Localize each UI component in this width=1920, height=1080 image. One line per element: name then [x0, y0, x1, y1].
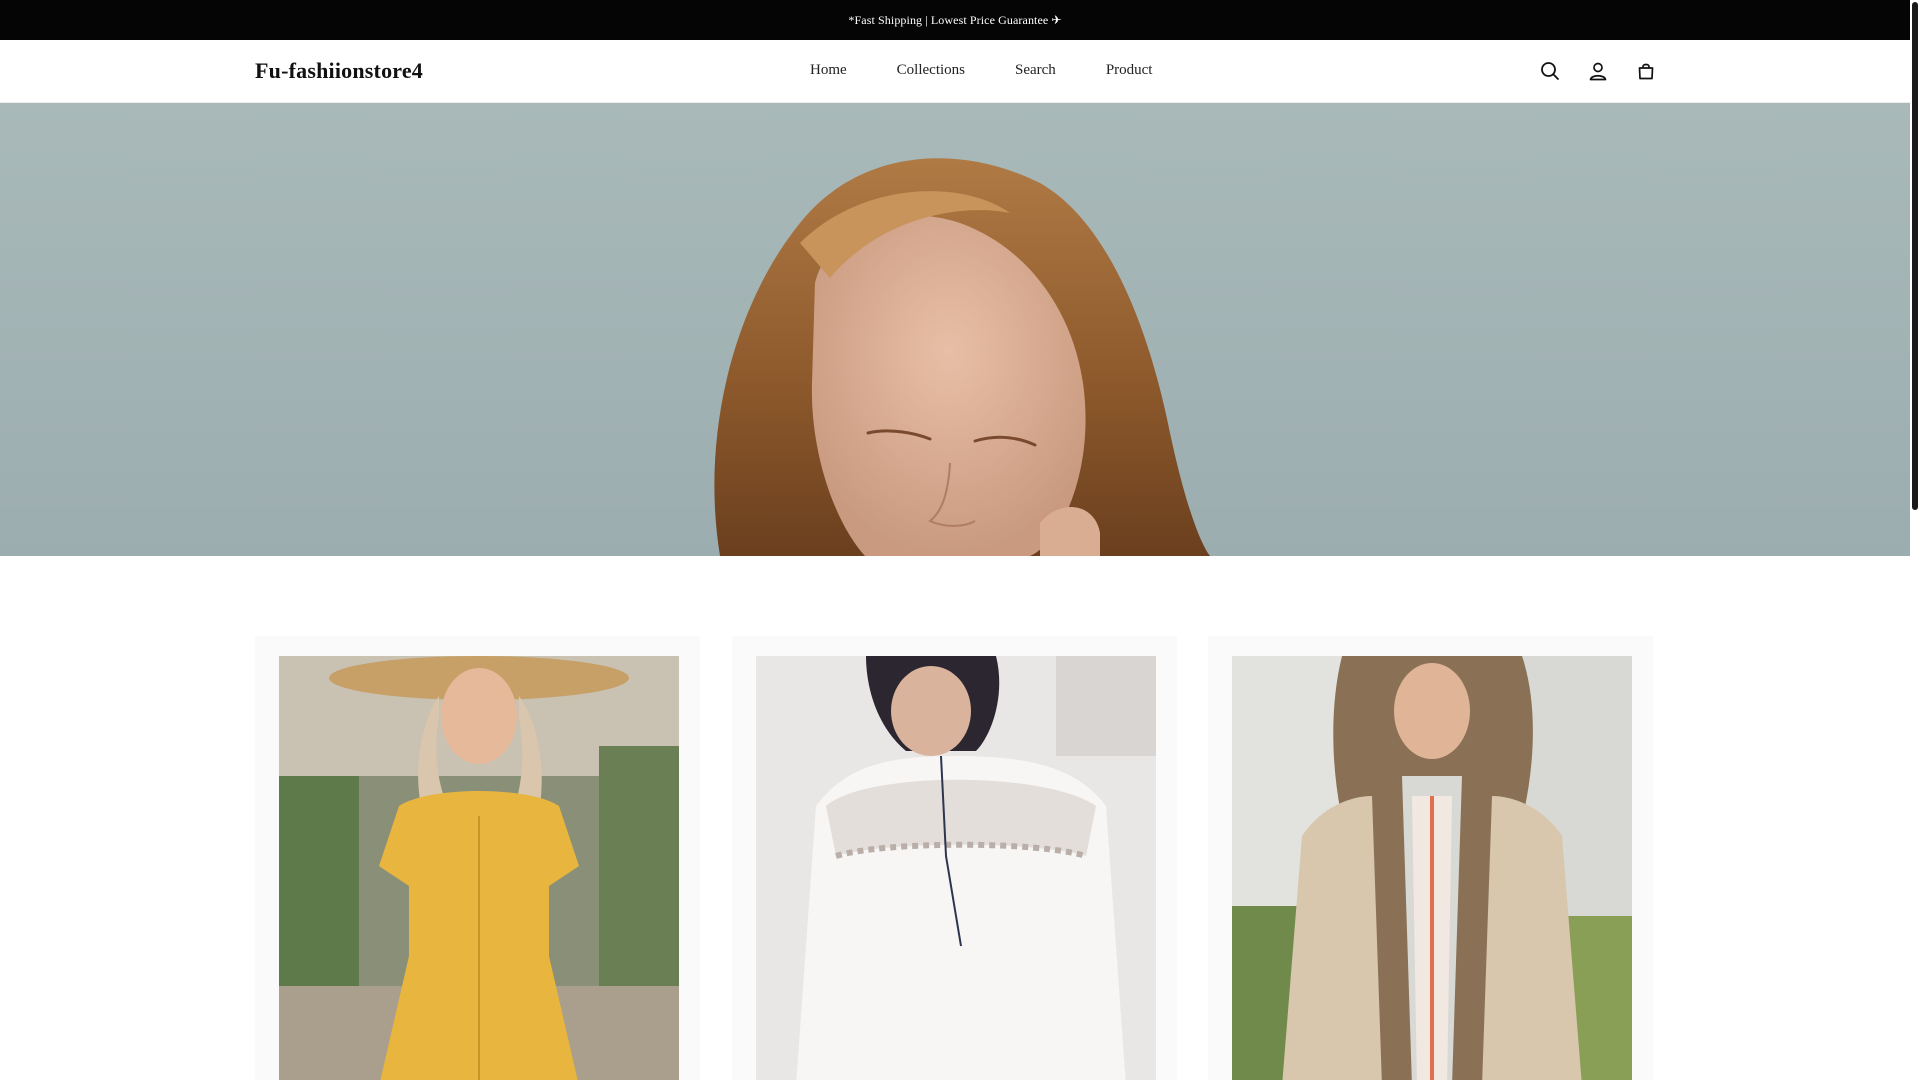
product-card-beige-parka[interactable] [1208, 636, 1653, 1080]
announcement-bar: *Fast Shipping | Lowest Price Guarantee … [0, 0, 1910, 40]
nav-collections[interactable]: Collections [897, 62, 965, 79]
product-card-yellow-dress[interactable] [255, 636, 700, 1080]
cart-icon[interactable] [1634, 59, 1658, 83]
scrollbar-thumb[interactable] [1912, 2, 1918, 510]
nav-product[interactable]: Product [1106, 62, 1153, 79]
product-image [1232, 656, 1632, 1080]
nav-home[interactable]: Home [810, 62, 847, 79]
main-nav: Home Collections Search Product [810, 62, 1152, 79]
search-icon[interactable] [1538, 59, 1562, 83]
site-header: Fu-fashiionstore4 Home Collections Searc… [0, 40, 1910, 103]
hero-image [714, 158, 1210, 556]
product-image [279, 656, 679, 1080]
nav-search[interactable]: Search [1015, 62, 1056, 79]
product-card-white-lace-blouse[interactable] [732, 636, 1177, 1080]
header-icons [1538, 59, 1658, 83]
store-logo[interactable]: Fu-fashiionstore4 [255, 58, 423, 84]
account-icon[interactable] [1586, 59, 1610, 83]
announcement-text: *Fast Shipping | Lowest Price Guarantee … [848, 12, 1062, 27]
product-grid [255, 636, 1655, 1080]
product-image [756, 656, 1156, 1080]
hero-banner[interactable] [0, 103, 1910, 556]
